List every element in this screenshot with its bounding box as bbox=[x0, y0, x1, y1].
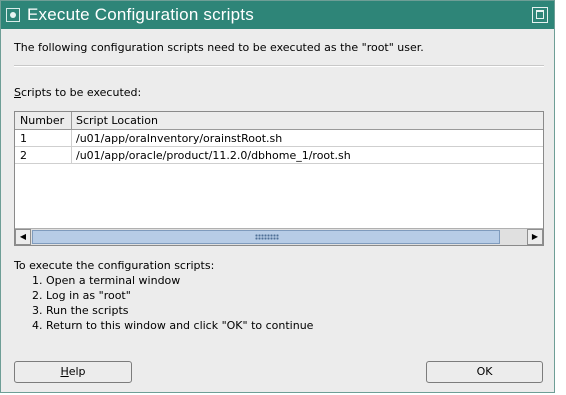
column-header-script-location[interactable]: Script Location bbox=[76, 114, 158, 127]
help-button[interactable]: Help bbox=[14, 361, 132, 383]
grip-icon bbox=[255, 234, 279, 240]
instructions-heading: To execute the configuration scripts: bbox=[14, 259, 215, 272]
row-script-location: /u01/app/oraInventory/orainstRoot.sh bbox=[76, 132, 283, 145]
column-header-number[interactable]: Number bbox=[20, 114, 64, 127]
table-row[interactable]: 1 /u01/app/oraInventory/orainstRoot.sh bbox=[15, 130, 543, 147]
table-header: Number Script Location bbox=[15, 112, 543, 130]
ok-button[interactable]: OK bbox=[426, 361, 543, 383]
title-bar[interactable]: Execute Configuration scripts bbox=[1, 1, 554, 29]
scrollbar-thumb[interactable] bbox=[32, 230, 500, 244]
instruction-step: 4. Return to this window and click "OK" … bbox=[32, 319, 314, 332]
help-label: elp bbox=[68, 365, 86, 378]
table-row[interactable]: 2 /u01/app/oracle/product/11.2.0/dbhome_… bbox=[15, 147, 543, 164]
separator bbox=[14, 65, 544, 67]
instruction-step: 3. Run the scripts bbox=[32, 304, 129, 317]
window-title: Execute Configuration scripts bbox=[27, 5, 254, 24]
row-script-location: /u01/app/oracle/product/11.2.0/dbhome_1/… bbox=[76, 149, 351, 162]
scripts-table[interactable]: Number Script Location 1 /u01/app/oraInv… bbox=[14, 111, 544, 246]
scripts-label-text: cripts to be executed: bbox=[20, 86, 142, 99]
maximize-icon[interactable] bbox=[532, 7, 548, 23]
execute-config-dialog: Execute Configuration scripts The follow… bbox=[0, 0, 555, 393]
column-divider[interactable] bbox=[71, 112, 72, 129]
scripts-label-mnemonic: S bbox=[14, 86, 21, 99]
horizontal-scrollbar[interactable]: ◀ ▶ bbox=[15, 228, 543, 245]
arrow-right-icon[interactable]: ▶ bbox=[527, 229, 543, 245]
instructions: To execute the configuration scripts: 1.… bbox=[14, 258, 313, 333]
root-user-message: The following configuration scripts need… bbox=[14, 41, 424, 54]
row-number: 2 bbox=[20, 149, 27, 162]
row-number: 1 bbox=[20, 132, 27, 145]
cell-divider bbox=[71, 130, 72, 146]
scripts-label: Scripts to be executed: bbox=[14, 86, 141, 99]
help-mnemonic: H bbox=[60, 365, 69, 378]
instruction-step: 1. Open a terminal window bbox=[32, 274, 181, 287]
window-menu-icon[interactable] bbox=[6, 8, 20, 22]
instruction-step: 2. Log in as "root" bbox=[32, 289, 131, 302]
arrow-left-icon[interactable]: ◀ bbox=[15, 229, 31, 245]
cell-divider bbox=[71, 147, 72, 163]
